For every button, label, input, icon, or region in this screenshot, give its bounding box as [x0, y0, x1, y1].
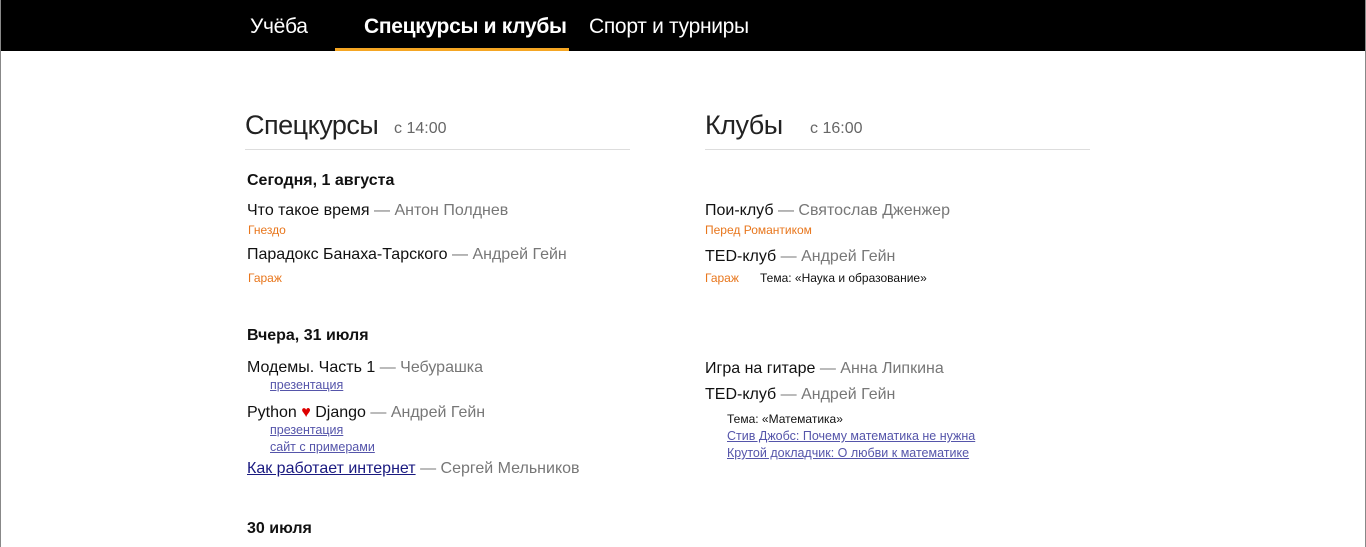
tab-courses-clubs[interactable]: Спецкурсы и клубы: [364, 0, 567, 51]
club-author: — Анна Липкина: [819, 360, 944, 377]
presentation-link[interactable]: презентация: [270, 378, 343, 392]
course-place: Гараж: [248, 271, 282, 285]
active-tab-indicator: [335, 48, 569, 51]
clubs-header: Клубы с 16:00: [705, 104, 1090, 150]
club-title: TED-клуб: [705, 386, 777, 403]
club-title: Пои-клуб: [705, 202, 774, 219]
club-title: TED-клуб: [705, 248, 777, 265]
club-item: Пои-клуб — Святослав Дженжер: [705, 202, 950, 220]
course-item: Модемы. Часть 1 — Чебурашка: [247, 359, 483, 377]
club-place: Перед Романтиком: [705, 223, 812, 237]
course-item: Парадокс Банаха-Тарского — Андрей Гейн: [247, 246, 567, 264]
course-author: — Антон Полднев: [374, 202, 509, 219]
course-author: — Андрей Гейн: [452, 246, 567, 263]
club-item: TED-клуб — Андрей Гейн: [705, 248, 895, 266]
club-item: TED-клуб — Андрей Гейн: [705, 386, 895, 404]
courses-title: Спецкурсы: [245, 110, 379, 140]
day-heading: Вчера, 31 июля: [247, 327, 369, 344]
course-place: Гнездо: [248, 223, 286, 237]
club-place: Гараж: [705, 271, 739, 285]
clubs-title: Клубы: [705, 110, 783, 140]
club-topic: Тема: «Математика»: [727, 412, 843, 426]
club-item: Игра на гитаре — Анна Липкина: [705, 360, 944, 378]
heart-icon: ♥: [301, 404, 311, 421]
course-author: — Сергей Мельников: [420, 460, 580, 477]
course-author: — Андрей Гейн: [370, 404, 486, 421]
course-item: Python ♥ Django — Андрей Гейн: [247, 404, 485, 422]
course-item: Что такое время — Антон Полднев: [247, 202, 508, 220]
clubs-time: с 16:00: [810, 120, 863, 137]
presentation-link[interactable]: презентация: [270, 423, 343, 437]
day-heading: 30 июля: [247, 520, 312, 537]
day-heading: Сегодня, 1 августа: [247, 172, 395, 189]
club-topic: Тема: «Наука и образование»: [760, 271, 927, 285]
course-item: Как работает интернет — Сергей Мельников: [247, 460, 580, 478]
video-link[interactable]: Крутой докладчик: О любви к математике: [727, 446, 969, 460]
club-author: — Андрей Гейн: [780, 386, 896, 403]
course-title: Парадокс Банаха-Тарского: [247, 246, 448, 263]
window-frame: [0, 0, 1366, 547]
course-title: Что такое время: [247, 202, 370, 219]
club-author: — Святослав Дженжер: [777, 202, 950, 219]
courses-header: Спецкурсы с 14:00: [245, 104, 630, 150]
course-author: — Чебурашка: [379, 359, 484, 376]
video-link[interactable]: Стив Джобс: Почему математика не нужна: [727, 429, 975, 443]
course-title-link[interactable]: Как работает интернет: [247, 460, 416, 477]
examples-site-link[interactable]: сайт с примерами: [270, 440, 375, 454]
club-title: Игра на гитаре: [705, 360, 816, 377]
course-title-part: Python: [247, 404, 297, 421]
top-nav: Учёба Спецкурсы и клубы Спорт и турниры: [0, 0, 1366, 51]
courses-time: с 14:00: [394, 120, 447, 137]
club-author: — Андрей Гейн: [780, 248, 896, 265]
tab-sports[interactable]: Спорт и турниры: [589, 0, 749, 51]
course-title-part: Django: [315, 404, 366, 421]
tab-study[interactable]: Учёба: [250, 0, 308, 51]
course-title: Модемы. Часть 1: [247, 359, 376, 376]
